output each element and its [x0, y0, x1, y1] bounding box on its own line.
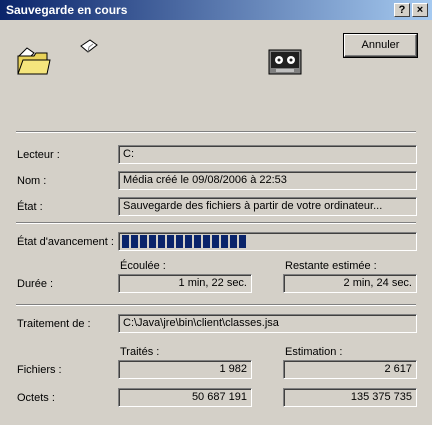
progress-segment	[131, 235, 138, 248]
bytes-processed: 50 687 191	[118, 388, 252, 407]
drive-value: C:	[118, 145, 417, 164]
separator	[16, 222, 416, 224]
window-title: Sauvegarde en cours	[6, 3, 128, 17]
processed-header: Traités :	[120, 346, 160, 358]
processing-value: C:\Java\jre\bin\client\classes.jsa	[118, 314, 417, 333]
progress-segment	[203, 235, 210, 248]
separator	[16, 304, 416, 306]
folder-icon	[17, 47, 51, 75]
separator	[16, 131, 416, 133]
progress-segment	[140, 235, 147, 248]
paper-icon	[80, 39, 98, 53]
progress-bar	[118, 232, 417, 251]
remaining-value: 2 min, 24 sec.	[283, 274, 417, 293]
progress-segment	[122, 235, 129, 248]
progress-label: État d'avancement :	[17, 236, 114, 248]
progress-segment	[185, 235, 192, 248]
help-button[interactable]: ?	[394, 3, 410, 17]
processing-label: Traitement de :	[17, 318, 91, 330]
close-button[interactable]: ×	[412, 3, 428, 17]
name-value: Média créé le 09/08/2006 à 22:53	[118, 171, 417, 190]
progress-segment	[239, 235, 246, 248]
bytes-estimate: 135 375 735	[283, 388, 417, 407]
estimate-header: Estimation :	[285, 346, 343, 358]
files-estimate: 2 617	[283, 360, 417, 379]
progress-segment	[176, 235, 183, 248]
duration-label: Durée :	[17, 278, 54, 290]
state-value: Sauvegarde des fichiers à partir de votr…	[118, 197, 417, 216]
progress-segment	[212, 235, 219, 248]
state-label: État :	[17, 201, 43, 213]
remaining-header: Restante estimée :	[285, 260, 377, 272]
progress-segment	[221, 235, 228, 248]
progress-segment	[230, 235, 237, 248]
elapsed-value: 1 min, 22 sec.	[118, 274, 252, 293]
bytes-label: Octets :	[17, 392, 55, 404]
drive-label: Lecteur :	[17, 149, 60, 161]
tape-drive-icon	[268, 49, 302, 75]
files-label: Fichiers :	[17, 364, 62, 376]
name-label: Nom :	[17, 175, 47, 187]
elapsed-header: Écoulée :	[120, 260, 166, 272]
progress-segment	[194, 235, 201, 248]
cancel-button[interactable]: Annuler	[344, 34, 417, 57]
progress-segment	[158, 235, 165, 248]
files-processed: 1 982	[118, 360, 252, 379]
progress-segment	[149, 235, 156, 248]
progress-segment	[167, 235, 174, 248]
